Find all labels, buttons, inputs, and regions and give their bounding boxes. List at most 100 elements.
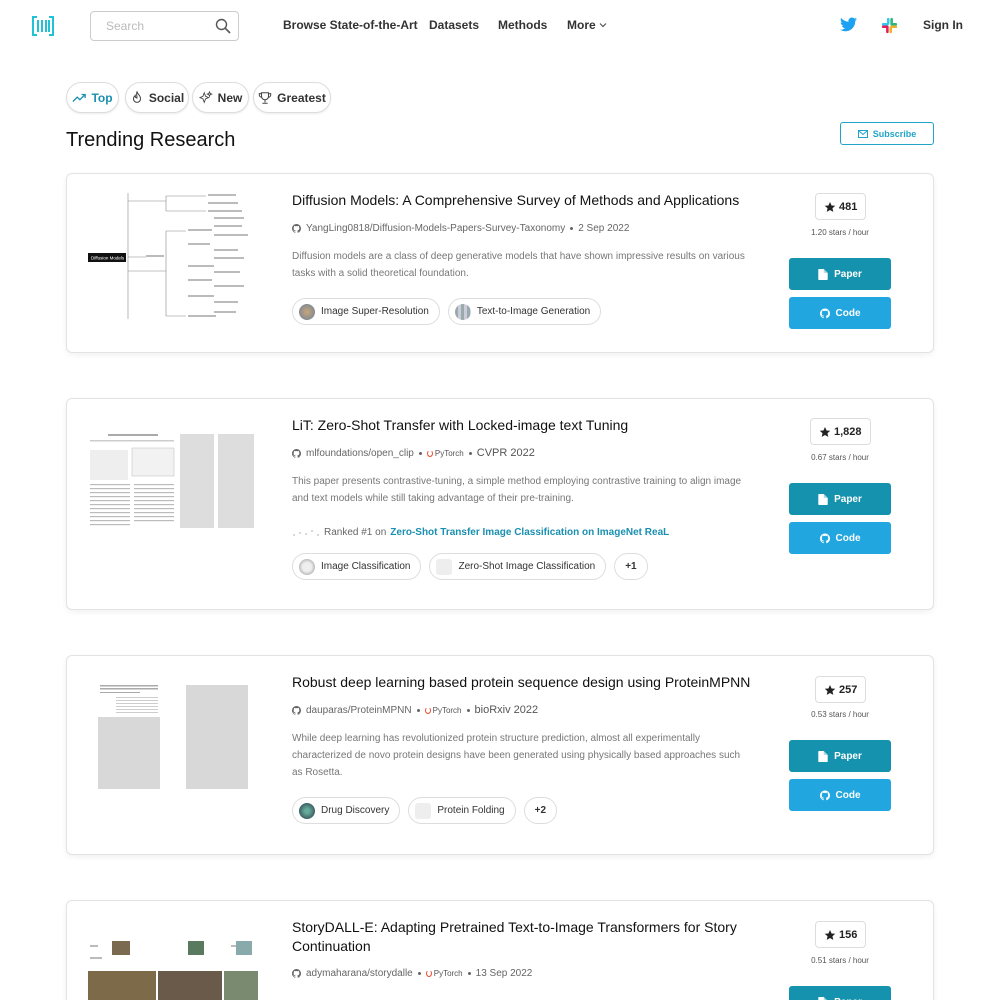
- filter-top-label: Top: [91, 90, 113, 105]
- star-rate: 0.53 stars / hour: [811, 710, 869, 719]
- framework-label: PyTorch: [434, 448, 464, 458]
- filter-top[interactable]: Top: [66, 82, 119, 113]
- twitter-icon[interactable]: [840, 17, 857, 32]
- code-button-label: Code: [835, 307, 861, 319]
- paper-thumbnail[interactable]: [86, 432, 258, 532]
- more-tags-button[interactable]: +2: [523, 797, 558, 824]
- task-tag[interactable]: Zero-Shot Image Classification: [429, 553, 607, 580]
- repo-link[interactable]: adymaharana/storydalle: [306, 968, 413, 979]
- separator-dot: [570, 227, 574, 230]
- task-tag[interactable]: Image Super-Resolution: [292, 298, 440, 325]
- filter-new-label: New: [217, 90, 243, 105]
- filter-social-label: Social: [148, 90, 185, 105]
- filter-greatest-label: Greatest: [277, 90, 326, 105]
- paper-venue: CVPR 2022: [476, 447, 535, 459]
- filter-social[interactable]: Social: [125, 82, 189, 113]
- star-count: 257: [815, 676, 867, 703]
- paper-thumbnail[interactable]: Diffusion Models: [86, 191, 266, 321]
- nav-methods[interactable]: Methods: [498, 18, 547, 32]
- paper-venue: bioRxiv 2022: [474, 704, 539, 716]
- search-icon[interactable]: [215, 18, 231, 34]
- slack-icon[interactable]: [881, 17, 898, 34]
- github-icon: [292, 969, 301, 978]
- task-tag[interactable]: Drug Discovery: [292, 797, 401, 824]
- subscribe-button[interactable]: Subscribe: [840, 122, 934, 145]
- github-icon: [292, 224, 301, 233]
- paper-thumbnail[interactable]: [86, 939, 260, 1000]
- repo-link[interactable]: dauparas/ProteinMPNN: [306, 705, 412, 716]
- pytorch-icon: [425, 970, 432, 977]
- paper-card: Robust deep learning based protein seque…: [66, 655, 934, 855]
- code-button-label: Code: [835, 532, 861, 544]
- separator-dot: [417, 972, 421, 975]
- repo-link[interactable]: YangLing0818/Diffusion-Models-Papers-Sur…: [306, 223, 565, 234]
- more-tags-button[interactable]: +1: [614, 553, 648, 580]
- task-placeholder-icon: [436, 558, 453, 575]
- star-count-value: 1,828: [834, 425, 862, 438]
- github-icon: [292, 449, 301, 458]
- paper-date: 2 Sep 2022: [578, 223, 630, 234]
- star-count-value: 257: [839, 683, 858, 696]
- nav-browse-sota[interactable]: Browse State-of-the-Art: [283, 18, 418, 32]
- framework-badge: PyTorch: [426, 448, 464, 458]
- paper-title-link[interactable]: Robust deep learning based protein seque…: [292, 673, 762, 692]
- filter-new[interactable]: New: [192, 82, 249, 113]
- star-rate: 0.51 stars / hour: [811, 956, 869, 965]
- star-count: 1,828: [810, 418, 871, 445]
- pytorch-icon: [426, 449, 433, 457]
- task-tag-label: Image Super-Resolution: [321, 306, 429, 317]
- paper-button-label: Paper: [834, 750, 862, 762]
- pwc-logo-icon[interactable]: [32, 15, 54, 37]
- star-rate: 0.67 stars / hour: [811, 453, 869, 462]
- paper-thumbnail[interactable]: [86, 683, 258, 793]
- repo-link[interactable]: mlfoundations/open_clip: [306, 448, 414, 459]
- paper-button-label: Paper: [834, 268, 862, 280]
- paper-title-link[interactable]: Diffusion Models: A Comprehensive Survey…: [292, 191, 762, 210]
- paper-meta: dauparas/ProteinMPNN PyTorch bioRxiv 202…: [292, 704, 538, 716]
- task-placeholder-icon: [415, 802, 432, 819]
- task-tag-label: Text-to-Image Generation: [476, 306, 591, 317]
- search-input[interactable]: [106, 12, 221, 40]
- code-button-label: Code: [835, 789, 861, 801]
- star-icon: [824, 201, 836, 213]
- ranked-prefix: Ranked #1 on: [324, 526, 387, 538]
- paper-title-link[interactable]: StoryDALL-E: Adapting Pretrained Text-to…: [292, 918, 762, 956]
- code-button[interactable]: Code: [789, 779, 891, 811]
- task-image-icon: [299, 303, 315, 320]
- nav-datasets[interactable]: Datasets: [429, 18, 479, 32]
- code-button[interactable]: Code: [789, 297, 891, 329]
- sign-in-link[interactable]: Sign In: [923, 18, 963, 32]
- github-icon: [820, 308, 830, 319]
- mail-icon: [857, 129, 868, 138]
- pytorch-icon: [424, 706, 431, 714]
- task-tag[interactable]: Text-to-Image Generation: [447, 298, 602, 325]
- separator-dot: [418, 451, 422, 455]
- task-tags: Image Super-Resolution Text-to-Image Gen…: [292, 298, 602, 325]
- paper-button[interactable]: Paper: [789, 483, 891, 515]
- separator-dot: [468, 451, 472, 455]
- search-box[interactable]: [90, 11, 239, 41]
- paper-abstract: Diffusion models are a class of deep gen…: [292, 251, 745, 279]
- nav-more-label: More: [567, 18, 596, 32]
- separator-dot: [416, 708, 420, 712]
- star-count: 481: [815, 193, 867, 220]
- code-button[interactable]: Code: [789, 522, 891, 554]
- paper-button[interactable]: Paper: [789, 258, 891, 290]
- paper-button[interactable]: Paper: [789, 986, 891, 1000]
- leaderboard-chart-icon: [293, 530, 319, 536]
- paper-card: StoryDALL-E: Adapting Pretrained Text-to…: [66, 900, 934, 1000]
- ranked-benchmark-link[interactable]: Zero-Shot Transfer Image Classification …: [390, 527, 669, 538]
- task-tag[interactable]: Protein Folding: [408, 797, 516, 824]
- task-tag-label: Protein Folding: [437, 805, 505, 816]
- sparkle-icon: [198, 90, 213, 104]
- paper-title-link[interactable]: LiT: Zero-Shot Transfer with Locked-imag…: [292, 416, 762, 435]
- paper-button[interactable]: Paper: [789, 740, 891, 772]
- top-navbar: Browse State-of-the-Art Datasets Methods…: [0, 0, 1000, 52]
- task-image-icon: [299, 802, 315, 819]
- flame-icon: [132, 90, 141, 103]
- task-tags: Drug Discovery Protein Folding +2: [292, 797, 558, 824]
- nav-more[interactable]: More: [567, 18, 607, 32]
- paper-card: Diffusion Models Diffusion Models: A Com…: [66, 173, 934, 353]
- filter-greatest[interactable]: Greatest: [253, 82, 331, 113]
- task-tag[interactable]: Image Classification: [292, 553, 422, 580]
